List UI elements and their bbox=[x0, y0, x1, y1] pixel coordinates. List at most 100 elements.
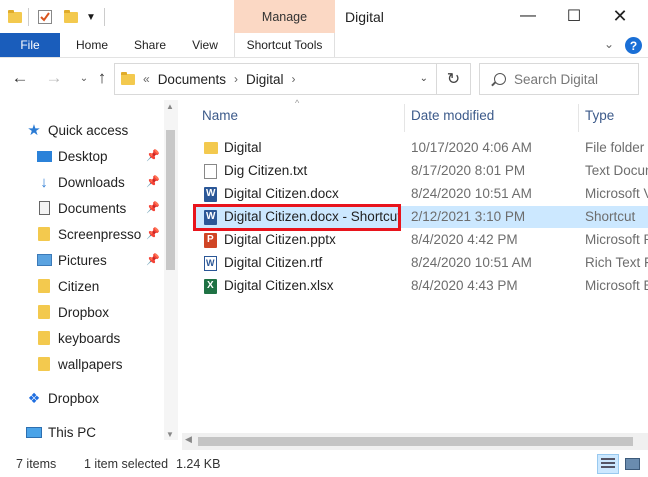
manage-context-tab[interactable]: Manage bbox=[234, 0, 335, 33]
back-button[interactable]: ← bbox=[10, 68, 30, 88]
sidebar-item-wallpapers[interactable]: wallpapers bbox=[36, 352, 123, 376]
sidebar-item-label: Quick access bbox=[48, 122, 129, 138]
ribbon-tabs: File Home Share View Shortcut Tools ⌄ ? bbox=[0, 33, 648, 58]
table-row[interactable]: Digital Citizen.xlsx 8/4/2020 4:43 PM Mi… bbox=[196, 275, 648, 297]
sidebar-item-label: Dropbox bbox=[48, 390, 100, 406]
sidebar-item-desktop[interactable]: Desktop bbox=[36, 144, 108, 168]
sidebar-item-citizen[interactable]: Citizen bbox=[36, 274, 99, 298]
sidebar-scrollbar-thumb[interactable] bbox=[166, 130, 175, 270]
file-date: 2/12/2021 3:10 PM bbox=[411, 209, 526, 224]
scroll-left-icon[interactable]: ◀ bbox=[185, 434, 192, 445]
sidebar-item-downloads[interactable]: ↓ Downloads bbox=[36, 170, 125, 194]
download-icon: ↓ bbox=[40, 173, 48, 191]
table-row[interactable]: Digital Citizen.docx 8/24/2020 10:51 AM … bbox=[196, 183, 648, 205]
search-input[interactable] bbox=[514, 71, 634, 87]
selection-size: 1.24 KB bbox=[176, 457, 221, 471]
rtf-file-icon bbox=[204, 256, 217, 271]
file-name: Digital Citizen.docx bbox=[224, 186, 339, 201]
folder-icon bbox=[36, 279, 52, 293]
file-type: Microsoft P bbox=[585, 232, 648, 247]
address-bar[interactable]: « Documents › Digital › ⌄ bbox=[114, 63, 437, 95]
breadcrumb-separator-icon[interactable]: › bbox=[234, 72, 238, 86]
customize-toolbar-dropdown-icon[interactable]: ▼ bbox=[86, 6, 96, 28]
new-folder-icon[interactable] bbox=[64, 6, 78, 28]
breadcrumb-digital[interactable]: Digital bbox=[246, 72, 284, 87]
help-icon[interactable]: ? bbox=[625, 37, 642, 54]
file-date: 8/17/2020 8:01 PM bbox=[411, 163, 526, 178]
window-title: Digital bbox=[345, 9, 384, 25]
column-header-date-modified[interactable]: Date modified bbox=[411, 108, 494, 123]
text-file-icon bbox=[204, 164, 217, 179]
address-dropdown-icon[interactable]: ⌄ bbox=[420, 73, 428, 84]
maximize-button[interactable]: ☐ bbox=[551, 2, 597, 30]
sidebar-item-this-pc[interactable]: This PC bbox=[26, 420, 96, 444]
recent-locations-chevron-icon[interactable]: ⌄ bbox=[74, 73, 94, 84]
sidebar-item-dropbox-folder[interactable]: Dropbox bbox=[36, 300, 109, 324]
file-name: Digital bbox=[224, 140, 262, 155]
tab-file[interactable]: File bbox=[0, 33, 60, 57]
desktop-icon bbox=[36, 149, 52, 163]
sidebar-item-quick-access[interactable]: ★ Quick access bbox=[26, 118, 128, 142]
search-icon bbox=[494, 73, 506, 85]
address-folder-icon bbox=[121, 71, 135, 85]
details-view-button[interactable] bbox=[597, 454, 619, 474]
horizontal-scrollbar-thumb[interactable] bbox=[198, 437, 633, 446]
close-button[interactable]: ✕ bbox=[597, 2, 643, 30]
folder-icon bbox=[204, 142, 218, 154]
file-name: Dig Citizen.txt bbox=[224, 163, 308, 178]
tab-home[interactable]: Home bbox=[64, 33, 120, 57]
column-divider[interactable] bbox=[404, 104, 405, 132]
sidebar-item-label: Documents bbox=[58, 200, 127, 216]
sidebar-item-label: Pictures bbox=[58, 252, 107, 268]
scroll-up-icon[interactable]: ▲ bbox=[166, 102, 174, 111]
sidebar-item-label: Citizen bbox=[58, 278, 100, 294]
title-bar: ▼ Manage Digital — ☐ ✕ bbox=[0, 0, 648, 33]
breadcrumb-overflow-icon[interactable]: « bbox=[143, 72, 150, 86]
toolbar-divider bbox=[28, 8, 29, 26]
documents-icon bbox=[36, 201, 52, 215]
table-row[interactable]: Digital Citizen.pptx 8/4/2020 4:42 PM Mi… bbox=[196, 229, 648, 251]
column-header-name[interactable]: Name bbox=[202, 108, 238, 123]
tab-shortcut-tools[interactable]: Shortcut Tools bbox=[234, 33, 335, 57]
status-bar: 7 items 1 item selected 1.24 KB bbox=[0, 452, 648, 477]
file-list: ^ Name Date modified Type Digital 10/17/… bbox=[182, 98, 648, 433]
sidebar-item-label: Desktop bbox=[58, 148, 108, 164]
tab-share[interactable]: Share bbox=[122, 33, 178, 57]
computer-icon bbox=[26, 425, 42, 439]
sidebar-item-pictures[interactable]: Pictures bbox=[36, 248, 107, 272]
column-divider[interactable] bbox=[578, 104, 579, 132]
sidebar-item-keyboards[interactable]: keyboards bbox=[36, 326, 120, 350]
sidebar-item-label: wallpapers bbox=[58, 356, 123, 372]
scroll-down-icon[interactable]: ▼ bbox=[166, 430, 174, 439]
file-name: Digital Citizen.xlsx bbox=[224, 278, 334, 293]
column-header-type[interactable]: Type bbox=[585, 108, 614, 123]
file-type: Shortcut bbox=[585, 209, 636, 224]
large-icons-view-button[interactable] bbox=[621, 454, 643, 474]
breadcrumb-documents[interactable]: Documents bbox=[158, 72, 226, 87]
expand-ribbon-chevron-icon[interactable]: ⌄ bbox=[604, 37, 614, 51]
refresh-button[interactable]: ↻ bbox=[437, 63, 471, 95]
table-row[interactable]: Digital 10/17/2020 4:06 AM File folder bbox=[196, 137, 648, 159]
minimize-button[interactable]: — bbox=[505, 2, 551, 30]
quick-access-folder-icon[interactable] bbox=[8, 6, 22, 28]
file-type: File folder bbox=[585, 140, 645, 155]
tab-view[interactable]: View bbox=[182, 33, 228, 57]
table-row[interactable]: Digital Citizen.rtf 8/24/2020 10:51 AM R… bbox=[196, 252, 648, 274]
sidebar-item-screenpresso[interactable]: Screenpresso bbox=[36, 222, 141, 246]
breadcrumb-separator-icon[interactable]: › bbox=[291, 72, 295, 86]
file-type: Microsoft E bbox=[585, 278, 648, 293]
up-button[interactable]: ↑ bbox=[92, 68, 112, 88]
sidebar-item-dropbox[interactable]: ❖ Dropbox bbox=[26, 386, 99, 410]
folder-icon bbox=[36, 305, 52, 319]
pictures-icon bbox=[36, 253, 52, 267]
forward-button[interactable]: → bbox=[44, 68, 64, 88]
sidebar-item-label: This PC bbox=[48, 424, 97, 440]
sort-ascending-icon: ^ bbox=[295, 98, 300, 108]
navigation-bar: ← → ⌄ ↑ « Documents › Digital › ⌄ ↻ bbox=[0, 58, 648, 100]
search-box[interactable] bbox=[479, 63, 639, 95]
sidebar-item-documents[interactable]: Documents bbox=[36, 196, 126, 220]
powerpoint-file-icon bbox=[204, 233, 217, 248]
excel-file-icon bbox=[204, 279, 217, 294]
table-row[interactable]: Dig Citizen.txt 8/17/2020 8:01 PM Text D… bbox=[196, 160, 648, 182]
properties-check-icon[interactable] bbox=[38, 6, 52, 28]
